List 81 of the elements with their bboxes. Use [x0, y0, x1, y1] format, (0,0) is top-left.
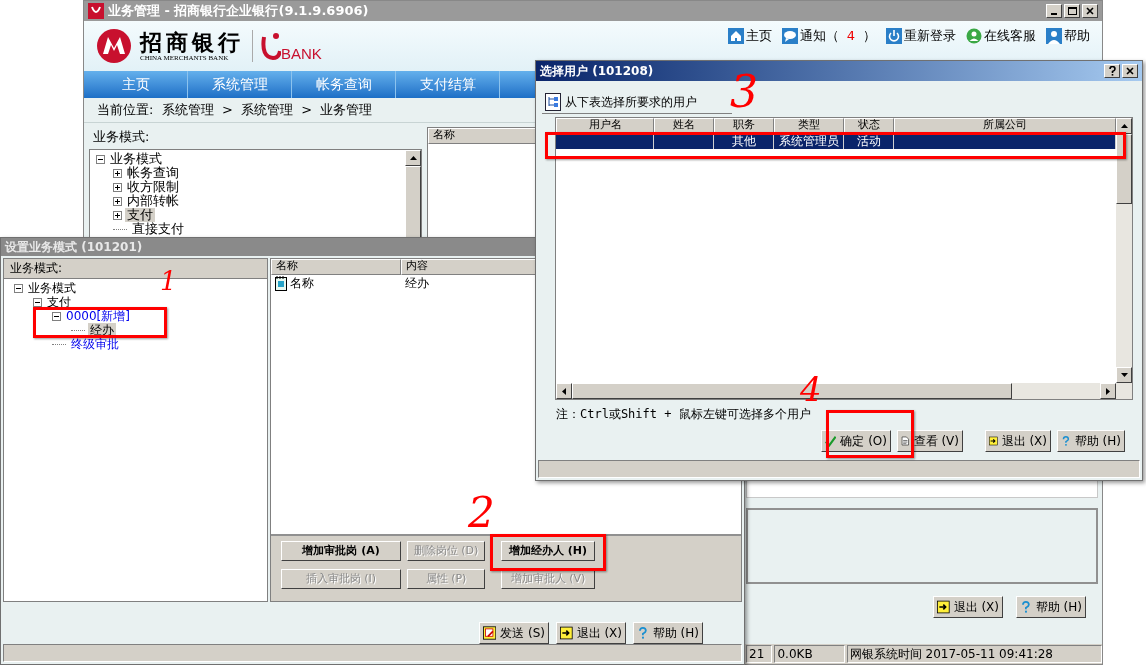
help-button[interactable]	[1104, 64, 1120, 78]
send-icon	[483, 625, 497, 642]
help-button[interactable]: 帮助 (H)	[1016, 596, 1086, 618]
dialog-title: 选择用户 (101208)	[540, 63, 654, 80]
table-cell-text: 经办	[405, 275, 429, 292]
help-button[interactable]: 帮助 (H)	[1057, 430, 1125, 452]
app-icon	[88, 3, 104, 19]
exit-button[interactable]: 退出 (X)	[933, 596, 1003, 618]
help-icon	[1061, 433, 1071, 449]
send-button[interactable]: 发送 (S)	[479, 622, 549, 645]
scroll-up-button[interactable]	[1116, 118, 1132, 134]
action-button[interactable]: 增加经办人 (H)	[501, 541, 595, 562]
product-name: BANK	[281, 43, 322, 64]
status-field: 0.0KB	[774, 645, 845, 663]
help-icon	[1020, 599, 1032, 615]
view-button[interactable]: 查看 (V)	[897, 430, 963, 452]
tree-label: 业务模式:	[92, 128, 151, 146]
maximize-button[interactable]	[1064, 4, 1080, 18]
help-icon	[1108, 66, 1116, 76]
top-link[interactable]: 在线客服	[966, 26, 1036, 46]
down-arrow-icon	[1120, 373, 1128, 377]
window-title: 业务管理 - 招商银行企业银行(9.1.9.6906)	[108, 2, 369, 21]
chat-bubble-icon	[781, 27, 798, 44]
top-link[interactable]: 主页	[727, 26, 772, 46]
exit-button[interactable]: 退出 (X)	[556, 622, 626, 645]
tree-item[interactable]: 收方限制	[125, 180, 181, 194]
status-field: 网银系统时间 2017-05-11 09:41:28	[846, 645, 1102, 663]
up-arrow-icon	[409, 156, 417, 160]
close-button[interactable]	[1122, 64, 1138, 78]
exit-icon	[560, 625, 573, 642]
right-arrow-icon	[1106, 387, 1110, 395]
person-icon	[966, 27, 982, 44]
user-icon	[1046, 27, 1062, 44]
tree-item[interactable]: 业务模式	[108, 152, 164, 166]
tree-item[interactable]: 内部转帐	[125, 194, 181, 208]
close-icon	[1126, 67, 1134, 75]
minimize-icon	[1051, 13, 1057, 15]
scroll-right-button[interactable]	[1100, 383, 1116, 399]
power-icon	[886, 27, 902, 44]
maximize-icon	[1067, 7, 1077, 15]
top-link[interactable]: 帮助	[1046, 26, 1090, 46]
exit-button[interactable]: 退出 (X)	[985, 430, 1051, 452]
close-button[interactable]	[1082, 4, 1098, 18]
tree-item[interactable]: 支付	[125, 208, 155, 222]
note-text: 注：Ctrl或Shift + 鼠标左键可选择多个用户	[556, 406, 812, 423]
up-arrow-icon	[1120, 124, 1128, 128]
exit-icon	[937, 599, 950, 615]
help-button[interactable]: 帮助 (H)	[633, 622, 703, 645]
scroll-thumb[interactable]	[405, 166, 421, 240]
bank-logo-icon	[96, 28, 132, 64]
document-icon	[901, 433, 910, 449]
tree-list-icon	[545, 92, 561, 111]
help-icon	[637, 625, 649, 642]
scroll-left-button[interactable]	[556, 383, 572, 399]
minimize-button[interactable]	[1046, 4, 1062, 18]
tree-item[interactable]: 支付	[45, 295, 73, 309]
tree-item[interactable]: 业务模式	[26, 281, 78, 295]
left-arrow-icon	[562, 387, 566, 395]
dialog-title: 设置业务模式 (101201)	[5, 239, 143, 256]
scroll-thumb[interactable]	[1116, 134, 1132, 204]
home-icon	[727, 27, 744, 44]
tree-item[interactable]: 帐务查询	[125, 166, 181, 180]
scroll-down-button[interactable]	[1116, 367, 1132, 383]
tree-item[interactable]: 直接支付	[130, 222, 186, 236]
tree-item[interactable]: 0000[新增]	[64, 309, 132, 323]
bank-name: 招商银行	[140, 29, 244, 54]
ibank-logo-icon	[261, 31, 281, 61]
ok-button[interactable]: 确定 (O)	[821, 430, 891, 452]
close-icon	[1086, 7, 1094, 15]
top-link[interactable]: 重新登录	[886, 26, 956, 46]
action-button[interactable]: 增加审批岗 (A)	[281, 541, 401, 562]
tree-item[interactable]: 终级审批	[69, 337, 121, 351]
scroll-up-button[interactable]	[405, 150, 421, 166]
notepad-icon	[275, 275, 287, 291]
column-header[interactable]: 名称	[271, 259, 401, 275]
status-field: 21	[746, 645, 773, 663]
exit-icon	[989, 433, 998, 449]
table-cell-text: 名称	[290, 275, 314, 292]
top-link[interactable]: 通知（ 4 ）	[781, 26, 876, 46]
checkmark-icon	[825, 433, 837, 449]
step-number: 2	[468, 492, 495, 534]
